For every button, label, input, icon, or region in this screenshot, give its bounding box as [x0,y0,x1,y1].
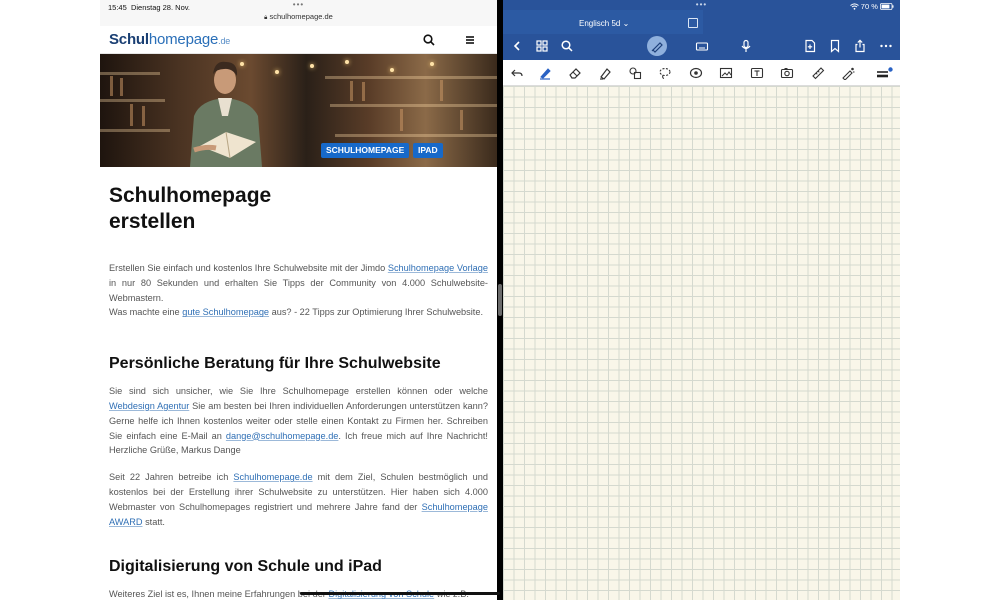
hero-tag-schulhomepage[interactable]: SCHULHOMEPAGE [321,143,410,158]
hero-tag-ipad[interactable]: IPAD [413,143,443,158]
section-heading-digitalisierung: Digitalisierung von Schule und iPad [109,558,382,576]
grid-icon[interactable] [535,39,549,53]
status-battery: 70 % [849,2,894,11]
elements-icon[interactable] [689,66,703,80]
more-icon[interactable] [879,39,893,53]
article-content: Schulhomepage erstellen Erstellen Sie ei… [100,183,497,600]
textbox-icon[interactable] [750,66,764,80]
search-icon[interactable] [422,33,436,47]
split-view-handle[interactable] [498,284,502,316]
beratung-paragraph: Sie sind sich unsicher, wie Sie Ihre Sch… [109,386,488,456]
link-schulhomepage-de[interactable]: Schulhomepage.de [233,472,312,482]
bookmark-icon[interactable] [828,39,842,53]
address-bar[interactable]: 🔒︎ schulhomepage.de [100,12,497,22]
add-page-icon[interactable] [803,39,817,53]
site-logo[interactable]: Schulhomepage.de [109,31,230,48]
history-paragraph: Seit 22 Jahren betreibe ich Schulhomepag… [109,472,488,527]
wifi-icon [849,2,861,11]
lasso-icon[interactable] [658,66,672,80]
ruler-icon[interactable] [811,66,825,80]
laser-pointer-icon[interactable] [841,66,855,80]
highlighter-icon[interactable] [598,66,612,80]
lock-icon: 🔒︎ [264,15,268,21]
status-time: 15:45 Dienstag 28. Nov. [108,3,191,12]
reading-person-illustration [190,61,262,167]
safari-pane: 15:45 Dienstag 28. Nov. ••• 🔒︎ schulhome… [100,0,497,600]
pen-mode-icon[interactable] [650,39,664,53]
page-title: Schulhomepage erstellen [109,184,272,233]
url-text: schulhomepage.de [269,12,333,21]
link-webdesign-agentur[interactable]: Webdesign Agentur [109,401,189,411]
safari-status-bar: 15:45 Dienstag 28. Nov. ••• 🔒︎ schulhome… [100,0,497,26]
section-heading-beratung: Persönliche Beratung für Ihre Schulwebsi… [109,355,441,373]
notebook-page-canvas[interactable] [503,86,900,600]
home-indicator[interactable] [300,592,500,595]
shapes-icon[interactable] [628,66,642,80]
notebook-title[interactable]: Englisch 5d ⌄ [579,19,629,28]
ipad-screen: 15:45 Dienstag 28. Nov. ••• 🔒︎ schulhome… [100,0,900,600]
link-gute-schulhomepage[interactable]: gute Schulhomepage [182,307,269,317]
site-header: Schulhomepage.de [100,26,497,54]
chevron-down-icon: ⌄ [622,19,630,28]
menu-icon[interactable] [463,33,477,47]
undo-icon[interactable] [510,66,524,80]
camera-icon[interactable] [780,66,794,80]
microphone-icon[interactable] [739,39,753,53]
keyboard-icon[interactable] [695,39,709,53]
drawing-toolbar [503,60,900,86]
share-icon[interactable] [853,39,867,53]
goodnotes-pane: ••• 70 % Englisch 5d ⌄ [503,0,900,600]
battery-icon [880,2,894,11]
image-icon[interactable] [719,66,733,80]
link-email[interactable]: dange@schulhomepage.de [226,431,339,441]
hero-image: SCHULHOMEPAGE IPAD [100,54,497,167]
tab-switcher-icon[interactable] [688,18,698,28]
multitasking-dots-icon[interactable]: ••• [696,1,707,9]
eraser-icon[interactable] [568,66,582,80]
intro-paragraph: Erstellen Sie einfach und kostenlos Ihre… [109,263,488,318]
multitasking-dots-icon[interactable]: ••• [293,1,304,9]
search-icon[interactable] [560,39,574,53]
goodnotes-header: ••• 70 % Englisch 5d ⌄ [503,0,900,60]
pen-icon[interactable] [538,66,552,80]
link-schulhomepage-vorlage[interactable]: Schulhomepage Vorlage [388,263,488,273]
back-chevron-icon[interactable] [510,39,524,53]
line-width-icon[interactable] [876,66,893,80]
